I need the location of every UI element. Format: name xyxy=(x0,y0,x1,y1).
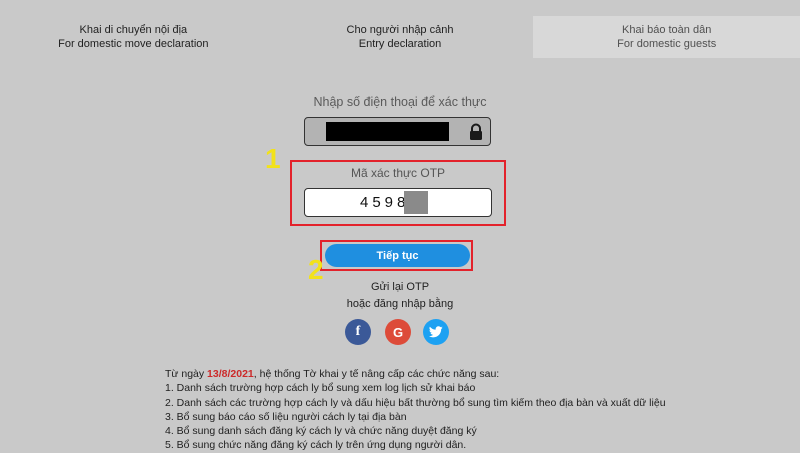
notice-intro-prefix: Từ ngày xyxy=(165,368,208,380)
tab-label-en: For domestic move declaration xyxy=(58,38,209,50)
phone-label: Nhập số điện thoại để xác thực xyxy=(313,95,487,109)
notice-intro-suffix: , hệ thống Tờ khai y tế nâng cấp các chứ… xyxy=(253,368,500,380)
facebook-icon: f xyxy=(355,324,361,339)
tab-label-vi: Khai báo toàn dân xyxy=(622,24,712,36)
tab-label-en: Entry declaration xyxy=(358,38,442,50)
tab-label-vi: Khai di chuyển nội địa xyxy=(79,24,188,36)
upgrade-notice: Từ ngày 13/8/2021, hệ thống Tờ khai y tế… xyxy=(165,367,666,453)
notice-item: 5. Bổ sung chức năng đăng ký cách ly trê… xyxy=(165,439,467,452)
lock-icon xyxy=(470,123,482,140)
or-login-with-text: hoặc đăng nhập bằng xyxy=(346,298,454,310)
notice-item: 2. Danh sách các trường hợp cách ly và d… xyxy=(165,396,666,409)
tab-entry-declaration[interactable]: Cho người nhập cảnh Entry declaration xyxy=(266,16,534,58)
google-login-button[interactable]: G xyxy=(385,319,411,345)
notice-item: 3. Bổ sung báo cáo số liệu người cách ly… xyxy=(165,410,407,423)
twitter-login-button[interactable] xyxy=(423,319,449,345)
declaration-tabs: Khai di chuyển nội địa For domestic move… xyxy=(0,16,800,58)
tab-domestic-move[interactable]: Khai di chuyển nội địa For domestic move… xyxy=(0,16,267,58)
redacted-phone-number xyxy=(326,122,449,141)
continue-button[interactable]: Tiếp tục xyxy=(325,244,470,267)
otp-input[interactable]: 4598 xyxy=(304,188,492,217)
redacted-otp-digit xyxy=(404,191,428,214)
notice-date: 13/8/2021 xyxy=(207,368,254,380)
tab-label-vi: Cho người nhập cảnh xyxy=(346,24,454,36)
tab-label-en: For domestic guests xyxy=(617,38,717,50)
facebook-login-button[interactable]: f xyxy=(345,319,371,345)
phone-input[interactable] xyxy=(304,117,491,146)
notice-item: 1. Danh sách trường hợp cách ly bổ sung … xyxy=(165,382,476,395)
notice-intro: Từ ngày 13/8/2021, hệ thống Tờ khai y tế… xyxy=(165,367,666,381)
otp-label: Mã xác thực OTP xyxy=(350,166,446,180)
google-icon: G xyxy=(392,324,404,340)
notice-item: 4. Bổ sung danh sách đăng ký cách ly và … xyxy=(165,425,477,438)
resend-otp-link[interactable]: Gửi lại OTP xyxy=(0,281,800,293)
step-number-1: 1 xyxy=(265,143,281,174)
otp-value: 4598 xyxy=(360,194,410,211)
twitter-icon xyxy=(429,326,443,338)
tab-domestic-guests[interactable]: Khai báo toàn dân For domestic guests xyxy=(533,16,800,58)
